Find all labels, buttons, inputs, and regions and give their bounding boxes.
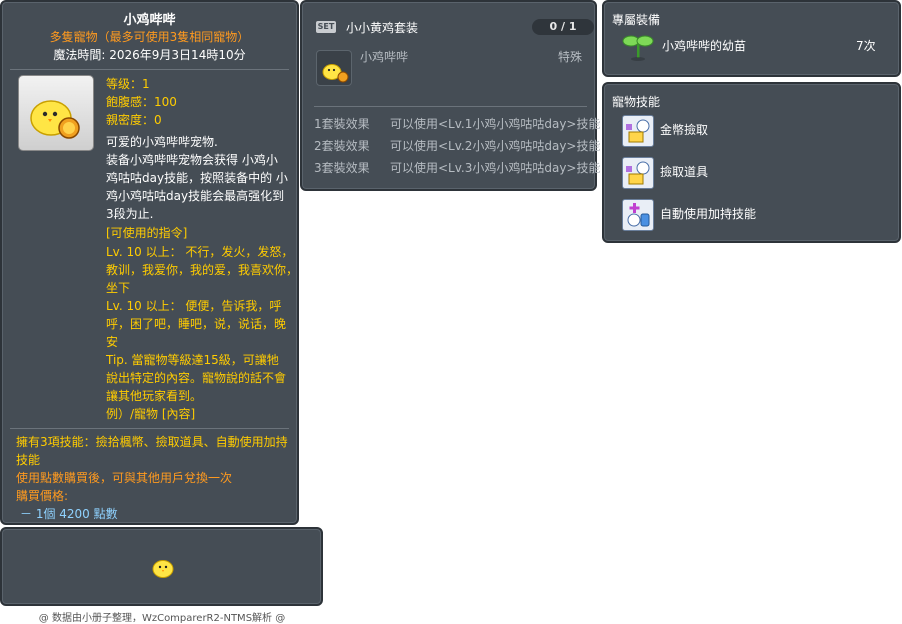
command-line: Lv. 10 以上： 便便，告诉我，呼: [106, 299, 282, 313]
equip-item-name: 小鸡哔哔的幼苗: [662, 39, 747, 53]
price-label: 購買價格:: [16, 489, 69, 503]
set-effect-label: 1套裝效果: [314, 117, 370, 131]
command-line: 教训，我爱你，我的爱，我喜欢你，: [106, 263, 299, 277]
chick-preview-icon: [152, 560, 174, 578]
magic-time: 魔法時間: 2026年9月3日14時10分: [53, 48, 246, 62]
auto-buff-icon: [627, 203, 650, 227]
divider: [314, 106, 587, 107]
tip-line: Tip. 當寵物等級達15級，可讓牠: [106, 353, 279, 367]
divider: [10, 69, 289, 70]
desc-line: 装备小鸡哔哔宠物会获得 小鸡小: [106, 153, 278, 167]
desc-line: 鸡小鸡咕咕day技能会最高强化到: [106, 189, 285, 203]
tip-line: 說出特定的內容。寵物說的話不會: [106, 371, 287, 385]
set-badge: SET: [316, 21, 336, 33]
pet-skill-label: 金幣撿取: [660, 123, 709, 137]
commands-header: [可使用的指令]: [106, 226, 188, 240]
item-pickup-skill-icon: [622, 157, 654, 189]
set-name: 小小黄鸡套装: [346, 21, 419, 35]
set-effect-text: 可以使用<Lv.2小鸡小鸡咕咕day>技能: [390, 139, 601, 153]
coin-pickup-skill-icon: [622, 115, 654, 147]
desc-line: 可爱的小鸡哔哔宠物.: [106, 135, 218, 149]
pet-preview-panel: [0, 527, 323, 606]
equip-header: 專屬裝備: [612, 13, 661, 27]
item-pickup-icon: [626, 161, 650, 185]
set-item-icon-frame: [316, 50, 352, 86]
pet-intimacy: 親密度：0: [106, 113, 162, 127]
skills-line: 技能: [16, 453, 41, 467]
set-item-name: 小鸡哔哔: [360, 50, 409, 64]
divider: [10, 428, 289, 429]
desc-line: 鸡咕咕day技能，按照装备中的 小: [106, 171, 288, 185]
item-title: 小鸡哔哔: [123, 13, 176, 28]
price-value: － 1個 4200 點數: [20, 507, 118, 521]
coin-pickup-icon: [626, 119, 650, 143]
command-line: Lv. 10 以上： 不行，发火，发怒，: [106, 245, 294, 259]
item-subtitle: 多隻寵物（最多可使用3隻相同寵物）: [49, 30, 250, 44]
pet-level: 等级：1: [106, 77, 150, 91]
trade-note: 使用點數購買後，可與其他用戶兌換一次: [16, 471, 233, 485]
equip-item-count: 7次: [856, 39, 876, 53]
pet-fullness: 飽腹感：100: [106, 95, 177, 109]
exclusive-equip-panel: 專屬裝備 小鸡哔哔的幼苗 7次: [602, 0, 901, 77]
set-panel: SET 小小黄鸡套装 0 / 1 小鸡哔哔 特殊 1套裝效果 可以使用<Lv.1…: [300, 0, 601, 191]
pet-skill-label: 撿取道具: [660, 165, 709, 179]
tip-line: 讓其他玩家看到。: [106, 389, 203, 403]
set-item-type: 特殊: [558, 50, 583, 64]
yellow-chick-set-icon: [322, 64, 349, 83]
set-effect-text: 可以使用<Lv.3小鸡小鸡咕咕day>技能: [390, 161, 601, 175]
desc-line: 3段为止.: [106, 207, 154, 221]
sprout-icon: [622, 35, 654, 61]
command-line: 坐下: [106, 281, 131, 295]
footer-credit: @ 数据由小册子整理，WzComparerR2-NTMS解析 @: [38, 613, 286, 624]
tip-line: 例）/寵物 [內容]: [106, 407, 196, 421]
pet-skills-panel: 寵物技能 金幣撿取 撿取道具 自動使用加持技能: [602, 82, 901, 243]
yellow-chick-pet-icon: [30, 100, 80, 139]
item-tooltip-panel: 小鸡哔哔 多隻寵物（最多可使用3隻相同寵物） 魔法時間: 2026年9月3日14…: [0, 0, 299, 525]
set-effect-label: 3套裝效果: [314, 161, 370, 175]
pet-skill-label: 自動使用加持技能: [660, 207, 757, 221]
command-line: 安: [106, 335, 119, 349]
command-line: 呼，困了吧，睡吧，说，说话，晚: [106, 317, 287, 331]
auto-buff-skill-icon: [622, 199, 654, 231]
pet-skills-header: 寵物技能: [612, 95, 661, 109]
set-effect-label: 2套裝效果: [314, 139, 370, 153]
pet-icon-frame: [18, 75, 94, 151]
set-count: 0 / 1: [532, 19, 594, 35]
set-effect-text: 可以使用<Lv.1小鸡小鸡咕咕day>技能: [390, 117, 601, 131]
skills-line: 擁有3項技能：撿拾楓幣、撿取道具、自動使用加持: [16, 435, 288, 449]
